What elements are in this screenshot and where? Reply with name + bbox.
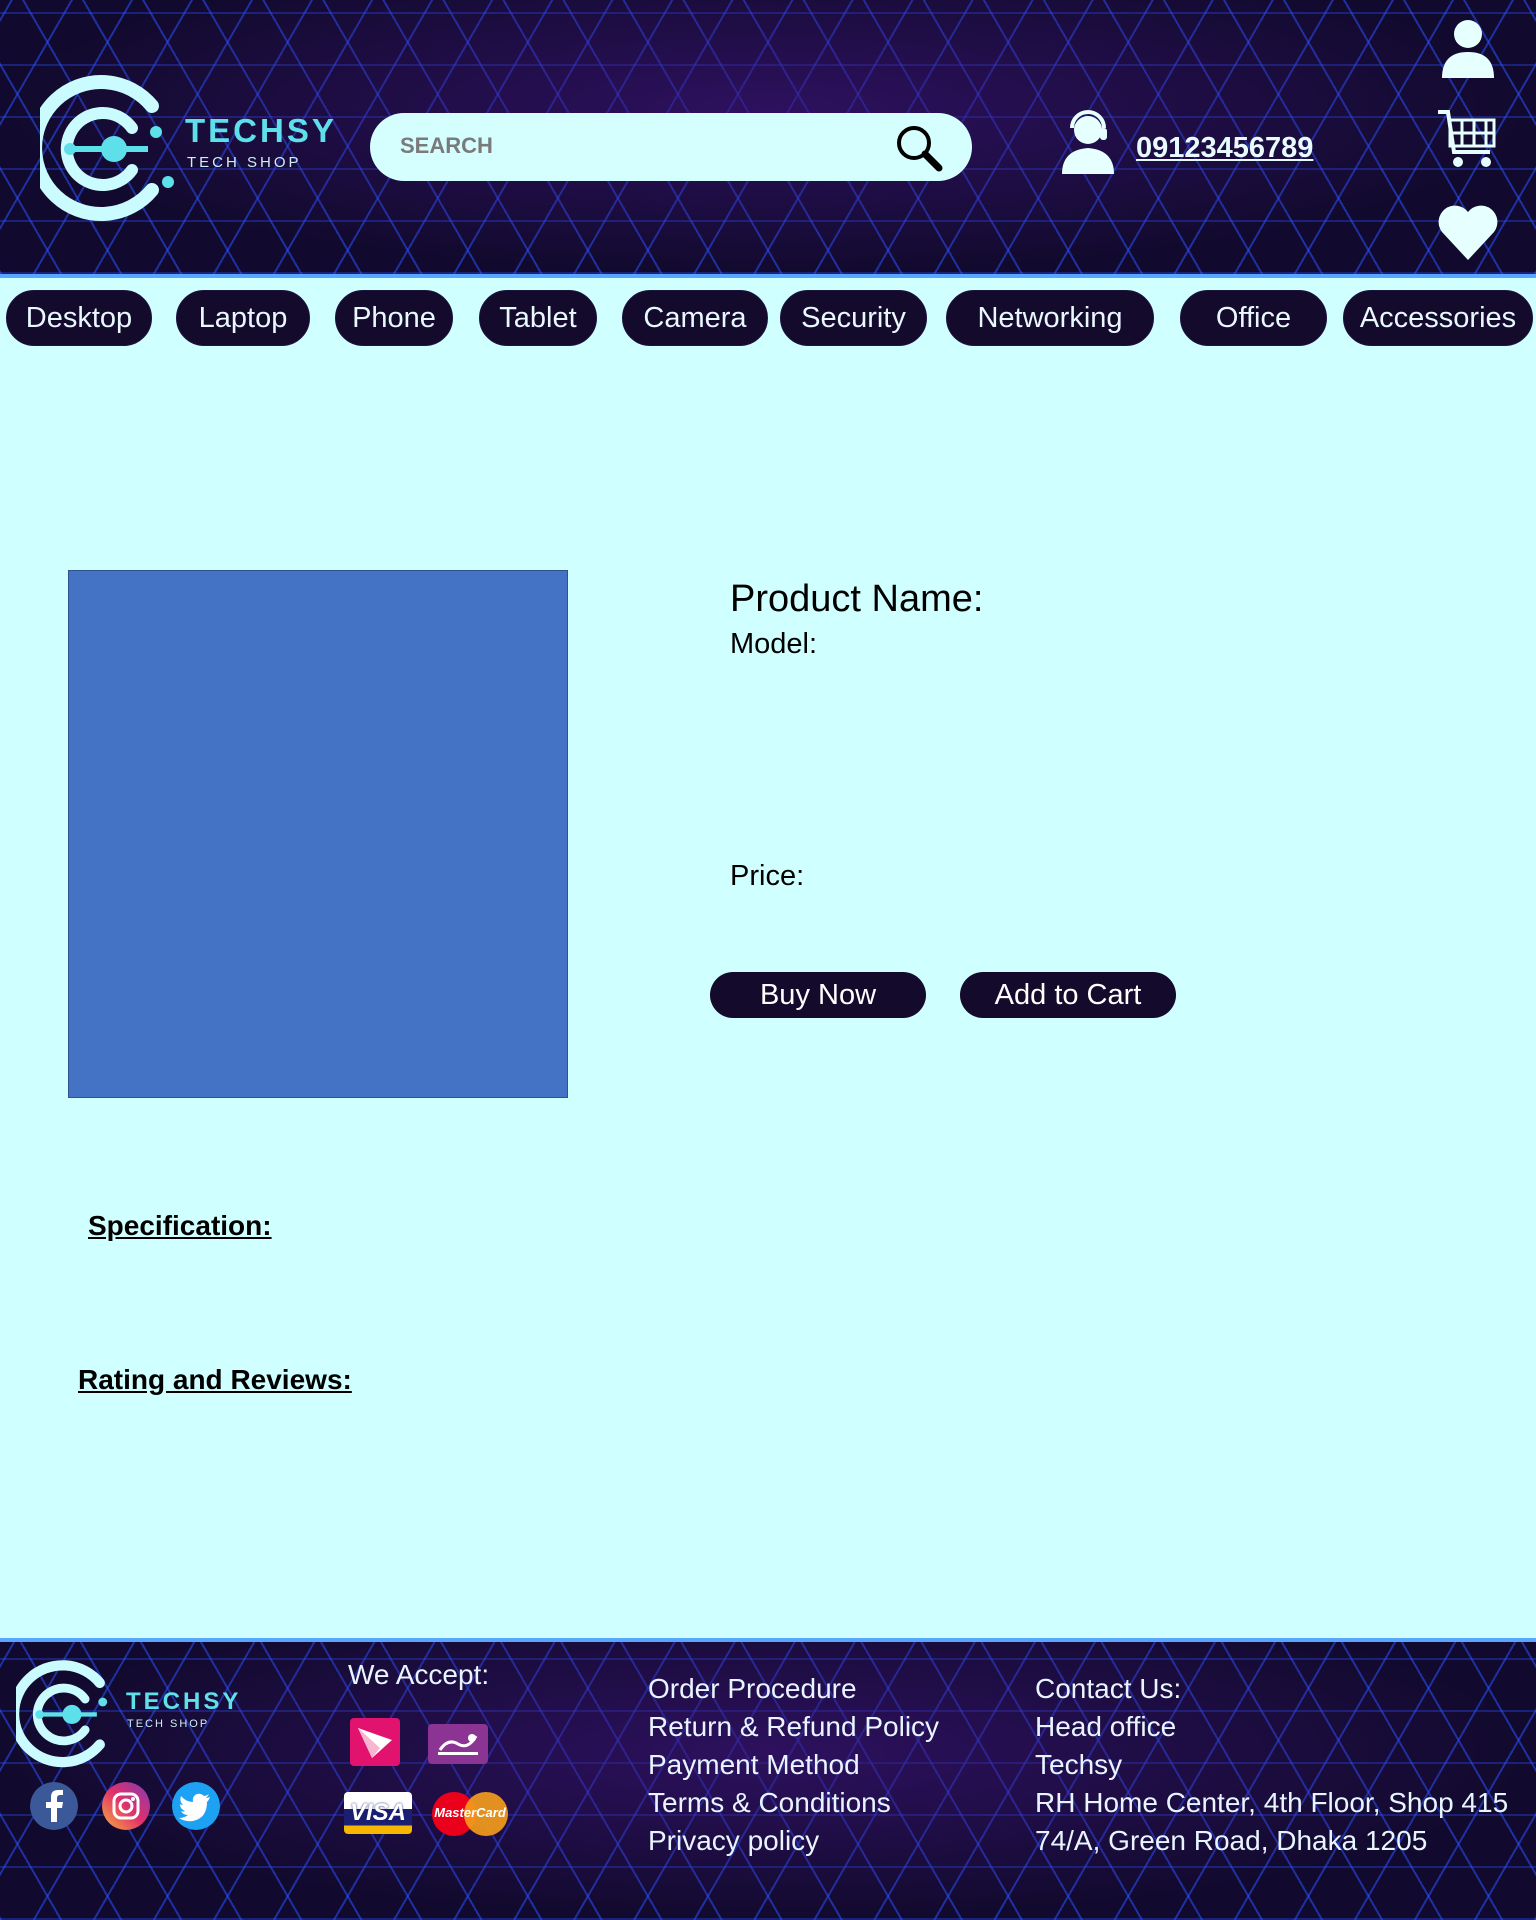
- instagram-icon[interactable]: [102, 1782, 150, 1830]
- contact-heading: Contact Us:: [1035, 1673, 1182, 1704]
- search-input[interactable]: SEARCH: [370, 113, 972, 181]
- nav-item-phone[interactable]: Phone: [335, 290, 453, 346]
- contact-line: Head office: [1035, 1711, 1177, 1742]
- nav-item-networking[interactable]: Networking: [946, 290, 1154, 346]
- site-footer: TECHSY TECH SHOP We Accept: VISA MasterC…: [0, 1638, 1536, 1920]
- mastercard-text: MasterCard: [434, 1805, 506, 1820]
- footer-links: Order Procedure Return & Refund Policy P…: [648, 1670, 939, 1860]
- footer-link-return-refund[interactable]: Return & Refund Policy: [648, 1708, 939, 1746]
- footer-link-privacy[interactable]: Privacy policy: [648, 1822, 939, 1860]
- nav-item-office[interactable]: Office: [1180, 290, 1327, 346]
- support-phone-link[interactable]: 09123456789: [1136, 132, 1313, 165]
- bkash-icon: [350, 1718, 400, 1766]
- specification-heading: Specification:: [88, 1210, 272, 1241]
- search-placeholder: SEARCH: [400, 133, 493, 158]
- site-logo[interactable]: TECHSY TECH SHOP: [28, 72, 334, 222]
- footer-brand-tagline: TECH SHOP: [127, 1718, 210, 1730]
- footer-link-order-procedure[interactable]: Order Procedure: [648, 1670, 939, 1708]
- brand-tagline: TECH SHOP: [187, 154, 302, 171]
- product-model-label: Model:: [730, 628, 818, 660]
- brand-name: TECHSY: [185, 112, 337, 149]
- cart-icon[interactable]: [1436, 108, 1500, 172]
- footer-contact: Contact Us: Head office Techsy RH Home C…: [1035, 1670, 1508, 1860]
- reviews-heading: Rating and Reviews:: [78, 1364, 352, 1395]
- facebook-icon[interactable]: [30, 1782, 78, 1830]
- add-to-cart-button[interactable]: Add to Cart: [960, 972, 1176, 1018]
- footer-link-terms[interactable]: Terms & Conditions: [648, 1784, 939, 1822]
- nav-item-accessories[interactable]: Accessories: [1343, 290, 1533, 346]
- product-price-label: Price:: [730, 860, 805, 892]
- user-icon[interactable]: [1436, 16, 1500, 80]
- product-image: [68, 570, 568, 1098]
- support-icon: [1062, 110, 1114, 174]
- visa-text: VISA: [349, 1799, 406, 1826]
- contact-line: RH Home Center, 4th Floor, Shop 415: [1035, 1787, 1509, 1818]
- twitter-icon[interactable]: [172, 1782, 220, 1830]
- product-name-label: Product Name:: [730, 578, 984, 620]
- rocket-icon: [428, 1724, 488, 1764]
- visa-icon: VISA: [344, 1792, 412, 1834]
- logo-mark-icon: [28, 75, 174, 221]
- contact-line: 74/A, Green Road, Dhaka 1205: [1035, 1825, 1428, 1856]
- footer-brand-name: TECHSY: [126, 1688, 242, 1715]
- search-icon[interactable]: [894, 123, 944, 173]
- nav-item-laptop[interactable]: Laptop: [176, 290, 310, 346]
- footer-logo-mark-icon: [9, 1660, 108, 1768]
- heart-icon[interactable]: [1436, 200, 1500, 264]
- we-accept-label: We Accept:: [348, 1659, 490, 1690]
- nav-item-camera[interactable]: Camera: [622, 290, 768, 346]
- site-header: TECHSY TECH SHOP SEARCH 09123456789: [0, 0, 1536, 278]
- nav-item-tablet[interactable]: Tablet: [479, 290, 597, 346]
- contact-line: Techsy: [1035, 1749, 1123, 1780]
- category-nav: Desktop Laptop Phone Tablet Camera Secur…: [0, 290, 1536, 346]
- nav-item-security[interactable]: Security: [780, 290, 927, 346]
- footer-link-payment-method[interactable]: Payment Method: [648, 1746, 939, 1784]
- buy-now-button[interactable]: Buy Now: [710, 972, 926, 1018]
- nav-item-desktop[interactable]: Desktop: [6, 290, 152, 346]
- mastercard-icon: MasterCard: [432, 1790, 508, 1838]
- footer-logo[interactable]: TECHSY TECH SHOP: [9, 1658, 238, 1768]
- product-page-main: Product Name: Model: Price: Buy Now Add …: [0, 346, 1536, 1638]
